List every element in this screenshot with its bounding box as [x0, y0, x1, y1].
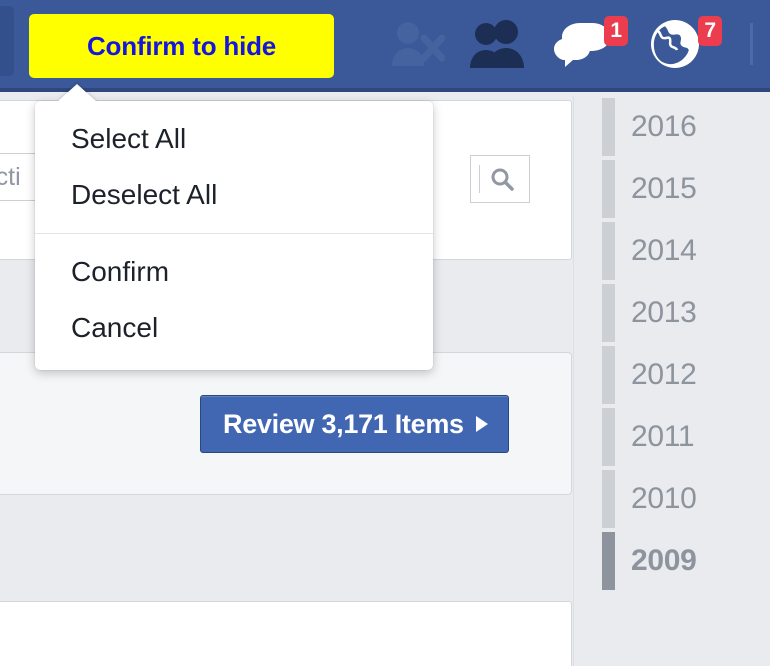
menu-item-deselect-all[interactable]: Deselect All: [35, 167, 433, 223]
year-row-2009[interactable]: 2009: [574, 530, 770, 592]
year-tick: [602, 470, 615, 528]
year-label: 2009: [631, 544, 697, 577]
review-items-label: Review 3,171 Items: [223, 408, 464, 439]
menu-item-cancel[interactable]: Cancel: [35, 300, 433, 356]
messages-badge: 1: [604, 16, 628, 46]
activity-filter-label: Acti: [0, 162, 21, 191]
notifications-globe-icon[interactable]: 7: [648, 14, 722, 74]
year-label: 2014: [631, 234, 697, 267]
year-tick: [602, 222, 615, 280]
review-card: Review 3,171 Items: [0, 352, 572, 495]
year-row-2015[interactable]: 2015: [574, 158, 770, 220]
lower-content-card: [0, 601, 572, 666]
chrome-icon-cluster: 1 7: [388, 8, 753, 80]
menu-item-label: Select All: [71, 123, 187, 154]
year-label: 2012: [631, 358, 697, 391]
menu-item-label: Confirm: [71, 256, 170, 287]
menu-item-confirm[interactable]: Confirm: [35, 244, 433, 300]
year-row-2013[interactable]: 2013: [574, 282, 770, 344]
menu-divider: [35, 233, 433, 234]
year-tick: [602, 408, 615, 466]
year-tick: [602, 160, 615, 218]
year-row-2014[interactable]: 2014: [574, 220, 770, 282]
menu-item-select-all[interactable]: Select All: [35, 111, 433, 167]
bulk-actions-dropdown-menu: Select All Deselect All Confirm Cancel: [35, 84, 433, 370]
menu-item-label: Cancel: [71, 312, 159, 343]
review-items-button[interactable]: Review 3,171 Items: [200, 395, 509, 453]
chrome-divider: [750, 23, 753, 65]
friend-requests-icon[interactable]: [468, 14, 530, 74]
year-row-2011[interactable]: 2011: [574, 406, 770, 468]
year-tick: [602, 532, 615, 590]
search-caret: [479, 165, 480, 193]
year-rail: 2016 2015 2014 2013 2012 2011 2010 2009: [573, 96, 770, 666]
year-label: 2010: [631, 482, 697, 515]
messages-icon[interactable]: 1: [552, 14, 628, 74]
year-tick: [602, 284, 615, 342]
notifications-badge: 7: [698, 16, 722, 46]
search-icon[interactable]: [489, 166, 515, 192]
year-label: 2013: [631, 296, 697, 329]
year-tick: [602, 346, 615, 404]
caret-right-icon: [475, 416, 488, 432]
year-tick: [602, 98, 615, 156]
confirm-to-hide-label: Confirm to hide: [86, 30, 277, 61]
year-row-2012[interactable]: 2012: [574, 344, 770, 406]
search-input-box[interactable]: [470, 155, 530, 203]
unfriend-person-icon[interactable]: [388, 14, 446, 74]
year-row-2016[interactable]: 2016: [574, 96, 770, 158]
menu-item-label: Deselect All: [71, 179, 218, 210]
confirm-to-hide-callout[interactable]: Confirm to hide: [29, 14, 334, 78]
year-label: 2015: [631, 172, 697, 205]
app-screen: Acti Review 3,171 Items 2016 2015: [0, 0, 770, 666]
year-label: 2011: [631, 420, 695, 453]
year-row-2010[interactable]: 2010: [574, 468, 770, 530]
year-label: 2016: [631, 110, 697, 143]
menu-arrow: [57, 84, 97, 102]
topbar-left-stub: [0, 6, 14, 76]
